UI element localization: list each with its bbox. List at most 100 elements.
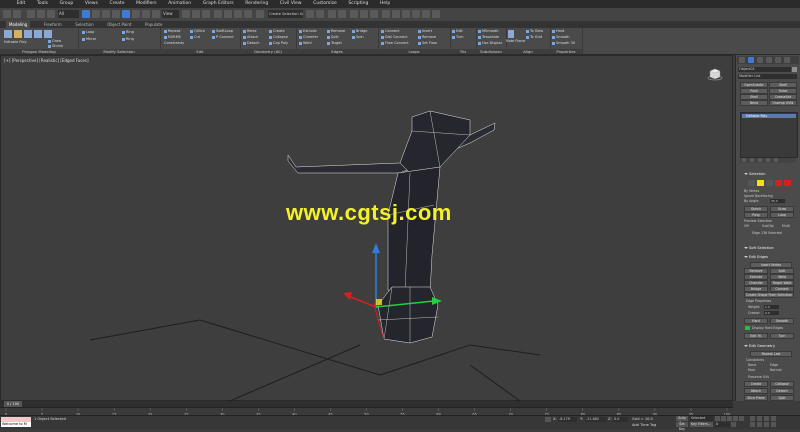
turn-button[interactable]: Turn: [452, 35, 463, 39]
modifier-list-dropdown[interactable]: Modifier List: [738, 74, 797, 79]
go-to-start-icon[interactable]: [715, 416, 720, 421]
bridge-button[interactable]: Bridge: [352, 29, 367, 33]
preserve-uvs-checkbox[interactable]: Preserve UVs: [748, 375, 769, 379]
edge-mode-icon[interactable]: [14, 30, 22, 38]
hard-button[interactable]: Hard: [552, 29, 564, 33]
go-to-end-icon[interactable]: [739, 416, 744, 421]
menu-item-modifiers[interactable]: Modifiers: [136, 0, 157, 8]
render-setup-icon[interactable]: [382, 10, 390, 18]
split-geometry-button[interactable]: Split: [770, 395, 794, 401]
ribbon-group-title[interactable]: Loops: [378, 49, 450, 54]
border-mode-icon[interactable]: [24, 30, 32, 38]
cap-poly-button[interactable]: Cap Poly: [269, 41, 288, 45]
modify-tab-icon[interactable]: [748, 57, 754, 63]
utilities-tab-icon[interactable]: [784, 57, 790, 63]
to-view-button[interactable]: To View: [526, 29, 543, 33]
preview-off-radio[interactable]: Off: [744, 224, 749, 228]
next-frame-icon[interactable]: [733, 416, 738, 421]
configure-modifier-sets-icon[interactable]: [774, 158, 778, 162]
detach-geometry-button[interactable]: Detach: [770, 388, 794, 394]
a360-gallery-icon[interactable]: [432, 10, 440, 18]
extrude-button[interactable]: Extrude: [299, 29, 317, 33]
show-end-result-icon[interactable]: [750, 158, 754, 162]
remove-modifier-icon[interactable]: [766, 158, 770, 162]
ignore-backfacing-checkbox[interactable]: Ignore Backfacing: [744, 194, 773, 198]
auto-key-button[interactable]: Auto Key: [676, 416, 688, 425]
mirror-icon[interactable]: [306, 10, 314, 18]
zoom-extents-icon[interactable]: [764, 416, 769, 421]
menu-item-help[interactable]: Help: [380, 0, 390, 8]
curve-editor-icon[interactable]: [350, 10, 358, 18]
keyboard-shortcut-icon[interactable]: [202, 10, 210, 18]
rollout-soft-selection-header[interactable]: Soft Selection: [744, 246, 774, 250]
collapse-geometry-button[interactable]: Collapse: [770, 381, 794, 387]
motion-tab-icon[interactable]: [766, 57, 772, 63]
selection-filter-dropdown[interactable]: All: [58, 10, 79, 18]
schematic-view-icon[interactable]: [360, 10, 368, 18]
rollout-selection-header[interactable]: Selection: [744, 172, 766, 176]
viewcube-icon[interactable]: [707, 67, 723, 81]
repeat-button[interactable]: Repeat: [164, 29, 180, 33]
by-angle-spinner[interactable]: 45.0: [770, 199, 785, 203]
create-tab-icon[interactable]: [739, 57, 745, 63]
subobj-polygon-icon[interactable]: [775, 180, 782, 186]
reference-coordinate-dropdown[interactable]: View: [162, 10, 179, 18]
shrink-button[interactable]: Shrink: [48, 44, 63, 48]
time-configuration-icon[interactable]: [731, 422, 736, 427]
align-icon[interactable]: [316, 10, 324, 18]
edit-named-selection-icon[interactable]: [256, 10, 264, 18]
smooth-30-button[interactable]: Smooth 30: [552, 41, 575, 45]
use-displace-button[interactable]: Use Displac: [478, 41, 502, 45]
set-key-button[interactable]: Set Key: [676, 422, 688, 431]
rollout-edit-geometry-header[interactable]: Edit Geometry: [744, 344, 775, 348]
connect-button[interactable]: Connect: [381, 29, 399, 33]
msmooth-button[interactable]: MSmooth: [478, 29, 499, 33]
bind-space-warp-icon[interactable]: [47, 10, 55, 18]
constraint-normal-radio[interactable]: Normal: [770, 368, 782, 372]
constraint-face-radio[interactable]: Face: [748, 368, 755, 372]
ribbon-group-title[interactable]: Edit: [160, 49, 240, 54]
orbit-icon[interactable]: [764, 422, 769, 427]
pan-view-icon[interactable]: [757, 422, 762, 427]
object-name-field[interactable]: Object01: [738, 67, 791, 72]
set-flow-button[interactable]: Set Flow: [418, 41, 437, 45]
rollout-edit-edges-header[interactable]: Edit Edges: [744, 255, 768, 259]
editable-poly-dropdown[interactable]: Editable Poly: [4, 40, 27, 44]
subobj-border-icon[interactable]: [766, 180, 773, 186]
select-manipulate-icon[interactable]: [192, 10, 200, 18]
split-button[interactable]: Split: [327, 35, 339, 39]
constraints-dropdown[interactable]: Constraints: [164, 41, 184, 45]
create-button[interactable]: Create: [269, 29, 285, 33]
zoom-extents-all-icon[interactable]: [771, 416, 776, 421]
lock-selection-icon[interactable]: [545, 417, 551, 422]
nurms-button[interactable]: NURMS: [164, 35, 181, 39]
angle-snap-icon[interactable]: [224, 10, 232, 18]
named-selection-set-dropdown[interactable]: Create Selection Se: [268, 10, 303, 18]
subobj-edge-icon[interactable]: [757, 180, 764, 186]
edit-tris-button[interactable]: Edit: [452, 29, 463, 33]
key-filters-button[interactable]: Key Filters...: [690, 422, 713, 427]
mirror-selection-button[interactable]: Mirror: [82, 37, 96, 41]
ribbon-group-title[interactable]: Properties: [550, 49, 582, 54]
collapse-button[interactable]: Collapse: [269, 35, 288, 39]
menu-item-civil-view[interactable]: Civil View: [280, 0, 302, 8]
edit-tri-button[interactable]: Edit Tri.: [744, 333, 768, 339]
ring-selection-button[interactable]: Ring: [744, 212, 768, 218]
tab-selection[interactable]: Selection: [75, 21, 93, 28]
loop-button[interactable]: Loop: [82, 30, 94, 34]
smooth-button[interactable]: Smooth: [552, 35, 570, 39]
swiftloop-button[interactable]: SwiftLoop: [212, 29, 233, 33]
pin-stack-icon[interactable]: [742, 158, 746, 162]
ribbon-group-title[interactable]: Tris: [450, 49, 476, 54]
repeat-last-button[interactable]: Repeat Last: [750, 351, 792, 357]
modifier-button-unwrap-uvw[interactable]: Unwrap UVW: [769, 100, 797, 106]
select-object-icon[interactable]: [82, 10, 90, 18]
x-coordinate-field[interactable]: -6.179: [558, 417, 577, 422]
menu-item-tools[interactable]: Tools: [37, 0, 48, 8]
ribbon-group-title[interactable]: Geometry (All): [240, 49, 296, 54]
detach-button[interactable]: Detach: [243, 41, 260, 45]
make-unique-icon[interactable]: [758, 158, 762, 162]
remove-loop-button[interactable]: Remove: [418, 35, 436, 39]
target-weld-button[interactable]: Target: [327, 41, 342, 45]
smooth-edge-button[interactable]: Smooth: [770, 318, 794, 324]
